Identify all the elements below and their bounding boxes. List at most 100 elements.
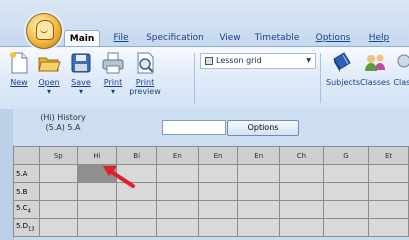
tab-timetable[interactable]: Timetable [254, 30, 300, 46]
grid-cell[interactable] [76, 218, 118, 237]
application-menu-button[interactable] [26, 13, 62, 49]
options-button[interactable]: Options [227, 120, 299, 136]
grid-cell[interactable] [322, 164, 370, 183]
floppy-disk-icon [69, 51, 93, 75]
lesson-grid-icon [205, 56, 213, 65]
grid-cell[interactable] [368, 200, 409, 219]
grid-cell[interactable] [156, 218, 199, 237]
grid-cell[interactable] [38, 200, 78, 219]
grid-cell[interactable] [156, 164, 199, 183]
printer-icon [101, 51, 125, 75]
class-caption: (5.A) 5.A [45, 123, 81, 132]
table-row: 5.A [13, 164, 409, 183]
grid-cell[interactable] [38, 164, 78, 183]
print-button[interactable]: Print ▾ [99, 51, 127, 105]
open-button-label: Open ▾ [38, 78, 60, 96]
grid-cell[interactable] [116, 218, 157, 237]
grid-cell-selected[interactable] [76, 164, 118, 183]
grid-cell[interactable] [322, 200, 370, 219]
row-header[interactable]: 5.D13 [13, 218, 40, 237]
column-header[interactable]: G [322, 146, 370, 165]
classes-button-label: Classes [360, 78, 391, 87]
column-header[interactable]: Sp [38, 146, 78, 165]
tab-help[interactable]: Help [364, 30, 394, 46]
grid-cell[interactable] [368, 218, 409, 237]
grid-cell[interactable] [197, 164, 239, 183]
grid-cell[interactable] [197, 218, 239, 237]
grid-cell[interactable] [237, 200, 281, 219]
new-button[interactable]: New [5, 51, 33, 105]
column-header[interactable]: En [156, 146, 199, 165]
lesson-search-input[interactable] [162, 120, 226, 135]
column-header[interactable]: Hi [76, 146, 118, 165]
save-button[interactable]: Save ▾ [67, 51, 95, 105]
table-row: 5.C4 [13, 200, 409, 219]
grid-cell[interactable] [322, 218, 370, 237]
class-icon [392, 51, 409, 75]
tab-main[interactable]: Main [64, 30, 100, 47]
tab-file[interactable]: File [108, 30, 134, 46]
chevron-down-icon: ▼ [306, 57, 311, 64]
grid-cell[interactable] [116, 164, 157, 183]
table-row: 5.B [13, 182, 409, 201]
open-button[interactable]: Open ▾ [35, 51, 63, 105]
classes-button[interactable]: Classes [360, 51, 390, 105]
grid-cell[interactable] [116, 182, 157, 201]
tab-help-label: Help [368, 33, 390, 43]
class-button-cut[interactable]: Class [392, 51, 409, 105]
grid-cell[interactable] [322, 182, 370, 201]
print-preview-button[interactable]: Print preview [128, 51, 162, 105]
new-button-label: New [10, 78, 28, 87]
grid-header-row: Sp Hi Bi En En En Ch G Et [13, 146, 409, 165]
tab-options[interactable]: Options [313, 30, 353, 46]
app-logo-icon [36, 20, 54, 40]
grid-cell[interactable] [156, 200, 199, 219]
column-header[interactable]: Ch [279, 146, 324, 165]
class-button-label: Class [393, 78, 409, 87]
grid-cell[interactable] [38, 182, 78, 201]
grid-cell[interactable] [116, 200, 157, 219]
grid-cell[interactable] [279, 200, 324, 219]
grid-cell[interactable] [76, 182, 118, 201]
column-header[interactable]: Et [368, 146, 409, 165]
grid-cell[interactable] [237, 182, 281, 201]
row-header[interactable]: 5.B [13, 182, 40, 201]
table-row: 5.D13 [13, 218, 409, 237]
grid-cell[interactable] [279, 182, 324, 201]
lesson-form-header: (Hi) History (5.A) 5.A Options [13, 109, 409, 145]
tab-file-label: File [113, 33, 129, 43]
grid-cell[interactable] [368, 182, 409, 201]
subjects-button-label: Subjects [326, 78, 361, 87]
view-select[interactable]: Lesson grid ▼ [200, 53, 316, 69]
row-header-label: 5.D [16, 222, 29, 231]
app-window: Main File Specification View Timetable O… [0, 0, 409, 240]
row-header[interactable]: 5.C4 [13, 200, 40, 219]
grid-cell[interactable] [76, 200, 118, 219]
ribbon-tab-strip: Main File Specification View Timetable O… [0, 0, 409, 49]
grid-cell[interactable] [197, 182, 239, 201]
grid-cell[interactable] [237, 164, 281, 183]
row-header[interactable]: 5.A [13, 164, 40, 183]
column-header[interactable]: Bi [116, 146, 157, 165]
print-preview-icon [133, 51, 157, 75]
subject-caption: (Hi) History [40, 113, 86, 122]
row-header-suffix: 13 [28, 226, 35, 233]
subjects-button[interactable]: Subjects [326, 51, 361, 105]
grid-cell[interactable] [279, 218, 324, 237]
column-header[interactable]: En [237, 146, 281, 165]
grid-cell[interactable] [368, 164, 409, 183]
column-header[interactable]: En [197, 146, 239, 165]
grid-cell[interactable] [156, 182, 199, 201]
ribbon-panel: New Open ▾ Save ▾ Print ▾ Print preview … [0, 46, 409, 110]
corner-cell [13, 146, 40, 165]
tab-view[interactable]: View [215, 30, 245, 46]
print-preview-button-label: Print preview [129, 78, 161, 96]
grid-cell[interactable] [38, 218, 78, 237]
lesson-grid: Sp Hi Bi En En En Ch G Et 5.A 5.B 5.C4 5… [13, 146, 409, 237]
grid-cell[interactable] [237, 218, 281, 237]
grid-cell[interactable] [197, 200, 239, 219]
row-header-label: 5.C [16, 204, 28, 213]
tab-specification[interactable]: Specification [143, 30, 207, 46]
grid-cell[interactable] [279, 164, 324, 183]
book-icon [330, 51, 354, 75]
